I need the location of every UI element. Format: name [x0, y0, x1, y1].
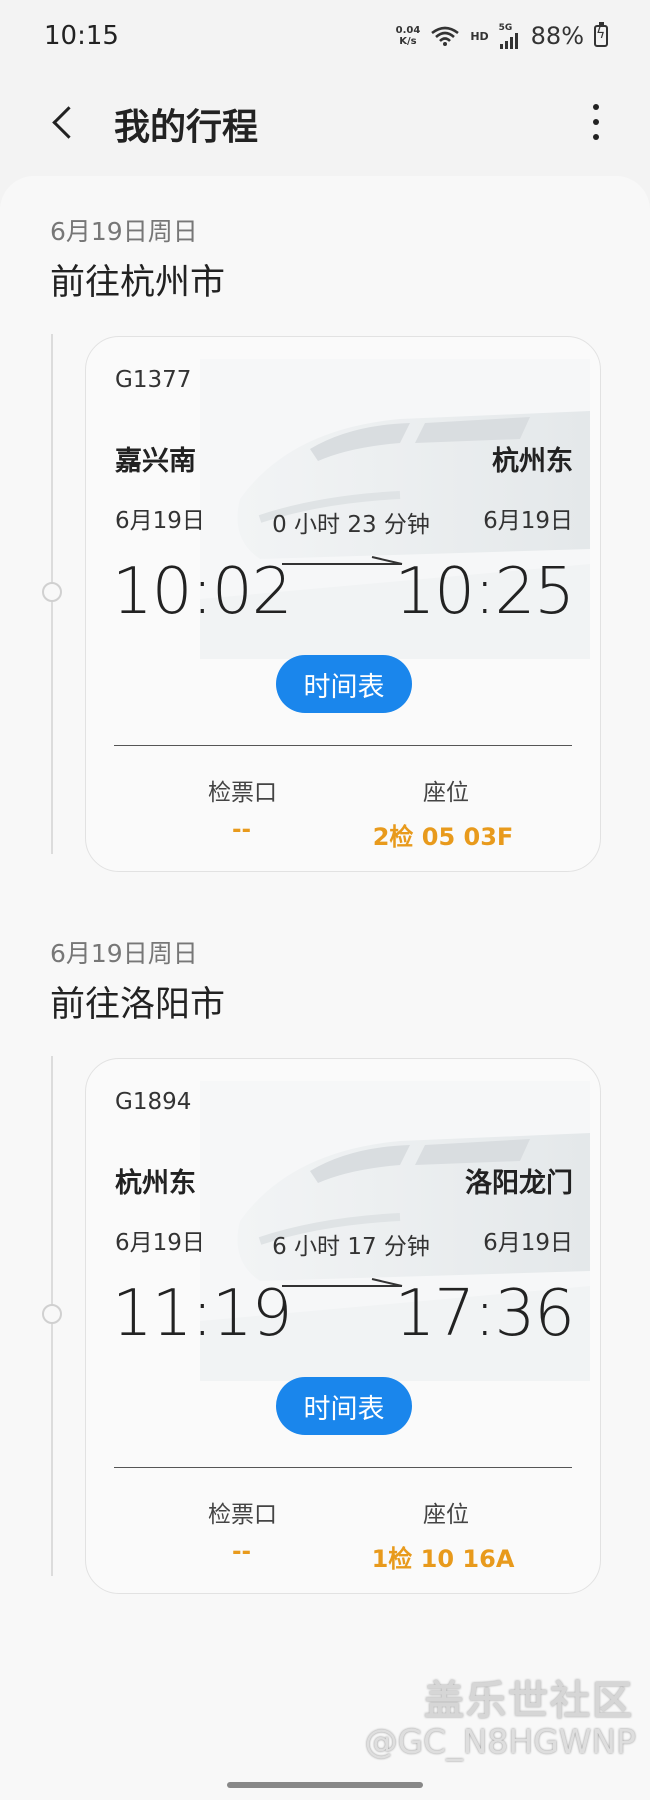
arrival-time: 17:36	[394, 1277, 575, 1351]
signal-icon	[499, 32, 518, 49]
ticket-card[interactable]: G1894 杭州东 洛阳龙门 6月19日 6月19日 6 小时 17 分钟 11…	[85, 1058, 601, 1594]
timetable-button[interactable]: 时间表	[276, 655, 412, 713]
page-title: 我的行程	[114, 107, 259, 148]
seat-label: 座位	[423, 1502, 469, 1528]
seat-value: 2检 05 03F	[372, 823, 514, 851]
battery-icon	[594, 22, 608, 47]
gate-value: --	[232, 1539, 252, 1565]
arrival-station: 洛阳龙门	[465, 1168, 573, 1199]
arrival-time: 10:25	[394, 555, 575, 629]
net-speed-unit: K/s	[399, 36, 417, 47]
trip-section: 6月19日周日 前往洛阳市 G1894 杭州东 洛阳龙门 6月19日 6月19日…	[0, 934, 650, 1654]
hd-indicator: HD	[470, 29, 489, 43]
wifi-icon	[431, 26, 460, 46]
trips-panel: 6月19日周日 前往杭州市 G1377 嘉兴南 杭州东 6月19日 6月19日 …	[0, 176, 650, 1800]
app-header: 我的行程	[0, 72, 650, 172]
network-type: 5G	[498, 22, 513, 33]
timetable-button[interactable]: 时间表	[276, 1377, 412, 1435]
divider	[114, 1467, 572, 1468]
ticket-card[interactable]: G1377 嘉兴南 杭州东 6月19日 6月19日 0 小时 23 分钟 10:…	[85, 336, 601, 872]
train-number: G1894	[115, 1089, 192, 1115]
gate-label: 检票口	[208, 1502, 277, 1528]
departure-time: 10:02	[112, 555, 292, 629]
timeline-dot	[42, 1304, 62, 1324]
more-dot-icon	[593, 134, 599, 140]
arrow-icon	[282, 1278, 403, 1287]
arrival-station: 杭州东	[492, 446, 573, 477]
more-dot-icon	[593, 119, 599, 125]
departure-station: 嘉兴南	[115, 446, 196, 477]
more-options-button[interactable]	[586, 100, 606, 144]
status-time: 10:15	[44, 21, 119, 51]
trip-date: 6月19日周日	[50, 217, 198, 246]
trip-destination: 前往杭州市	[50, 263, 226, 303]
status-icons: 0.04 K/s HD 5G 88%	[396, 22, 608, 50]
trip-section: 6月19日周日 前往杭州市 G1377 嘉兴南 杭州东 6月19日 6月19日 …	[0, 212, 650, 932]
divider	[114, 745, 572, 746]
watermark-user: @GC_N8HGWNP	[364, 1722, 636, 1761]
watermark-community: 盖乐世社区	[424, 1678, 634, 1724]
gate-label: 检票口	[208, 780, 277, 806]
timeline-dot	[42, 582, 62, 602]
battery-percent: 88%	[530, 22, 584, 50]
departure-time: 11:19	[112, 1277, 292, 1351]
arrow-icon	[282, 556, 403, 565]
cellular-signal: 5G	[498, 22, 521, 49]
home-indicator[interactable]	[227, 1782, 423, 1788]
seat-label: 座位	[423, 780, 469, 806]
net-speed: 0.04 K/s	[396, 25, 421, 47]
net-speed-value: 0.04	[395, 25, 421, 36]
more-dot-icon	[593, 104, 599, 110]
trip-date: 6月19日周日	[50, 939, 198, 968]
back-button[interactable]	[44, 94, 84, 150]
seat-value: 1检 10 16A	[371, 1545, 515, 1573]
departure-station: 杭州东	[115, 1168, 196, 1199]
status-bar: 10:15 0.04 K/s HD 5G 88%	[0, 0, 650, 72]
train-number: G1377	[115, 367, 192, 393]
trip-destination: 前往洛阳市	[50, 985, 226, 1025]
trip-duration: 6 小时 17 分钟	[272, 1234, 430, 1260]
trip-duration: 0 小时 23 分钟	[272, 512, 430, 538]
gate-value: --	[232, 817, 252, 843]
